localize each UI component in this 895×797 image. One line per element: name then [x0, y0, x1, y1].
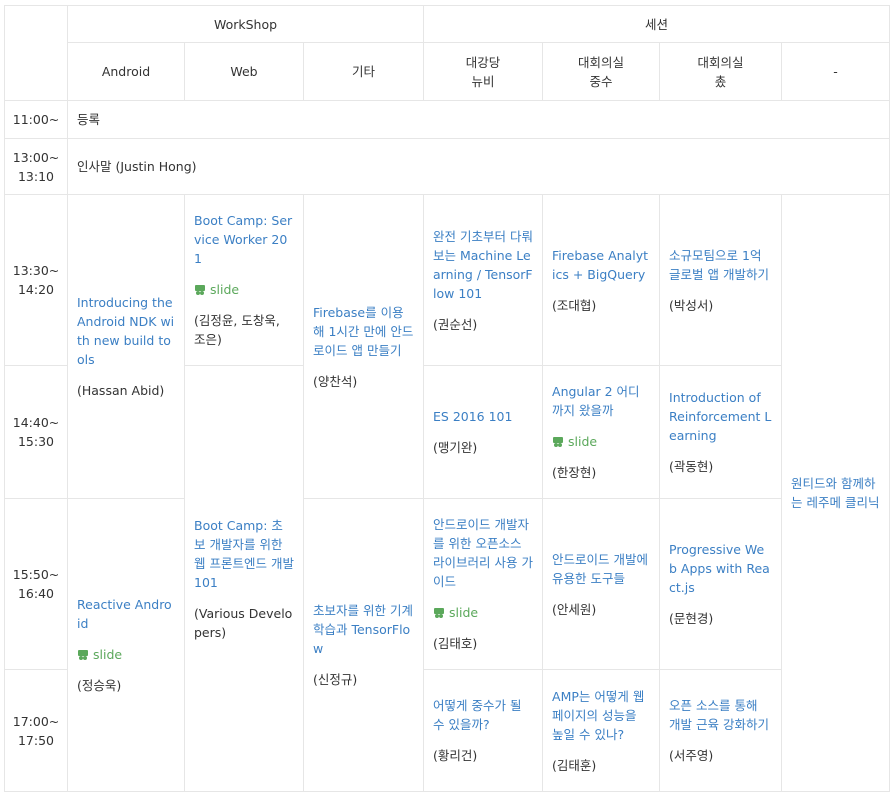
speaker-name: (김정윤, 도창욱, 조은) [194, 313, 280, 347]
speaker-name: (신정규) [313, 672, 358, 687]
slide-link[interactable]: slide [77, 645, 175, 664]
session-cell: 원티드와 함께하는 레주메 클리닉 [781, 194, 891, 792]
session-link[interactable]: 안드로이드 개발자를 위한 오픈소스 라이브러리 사용 가이드 [433, 515, 533, 591]
session-link[interactable]: Boot Camp: Service Worker 201 [194, 211, 294, 268]
header-dash: - [781, 42, 891, 101]
session-link[interactable]: Introduction of Reinforcement Learning [669, 388, 772, 445]
speaker-name: (안세원) [552, 601, 597, 617]
session-cell: Firebase를 이용해 1시간 만에 안드로이드 앱 만들기 (양찬석) [302, 194, 425, 499]
session-cell: 초보자를 위한 기계 학습과 TensorFlow (신정규) [302, 498, 425, 792]
session-link[interactable]: AMP는 어떻게 웹 페이지의 성능을 높일 수 있나? [552, 687, 650, 744]
session-cell: Angular 2 어디까지 왔을까 slide (한장현) [542, 365, 661, 499]
header-conf-room-chong: 대회의실 촜 [659, 42, 783, 101]
session-link[interactable]: 어떻게 중수가 될 수 있을까? [433, 696, 533, 734]
session-cell: 안드로이드 개발자를 위한 오픈소스 라이브러리 사용 가이드 slide (김… [423, 498, 544, 670]
time-cell: 15:50~ 16:40 [4, 498, 68, 670]
session-link[interactable]: Firebase를 이용해 1시간 만에 안드로이드 앱 만들기 [313, 303, 414, 360]
session-cell: Boot Camp: 초보 개발자를 위한 웹 프론트엔드 개발 101 (Va… [184, 365, 304, 792]
session-link[interactable]: Angular 2 어디까지 왔을까 [552, 382, 650, 420]
session-cell: 오픈 소스를 통해 개발 근육 강화하기 (서주영) [659, 669, 783, 792]
slideshare-icon [195, 284, 205, 295]
event-greeting: 인사말 (Justin Hong) [66, 138, 891, 195]
session-link[interactable]: 안드로이드 개발에 유용한 도구들 [552, 550, 650, 588]
session-link[interactable]: 초보자를 위한 기계 학습과 TensorFlow [313, 601, 414, 658]
session-link[interactable]: Firebase Analytics + BigQuery [552, 246, 650, 284]
session-cell: Introduction of Reinforcement Learning (… [659, 365, 783, 499]
speaker-name: (김태호) [433, 636, 478, 651]
schedule-table: WorkShop 세션 Android Web 기타 대강당 뉴비 대회의실 중… [4, 5, 891, 792]
session-cell: ES 2016 101 (맹기완) [423, 365, 544, 499]
session-cell: 어떻게 중수가 될 수 있을까? (황리건) [423, 669, 544, 792]
speaker-name: (맹기완) [433, 440, 478, 455]
header-workshop: WorkShop [66, 5, 425, 43]
header-conf-room-mid: 대회의실 중수 [542, 42, 661, 101]
session-link[interactable]: Reactive Android [77, 595, 175, 633]
session-link[interactable]: Boot Camp: 초보 개발자를 위한 웹 프론트엔드 개발 101 [194, 516, 294, 592]
header-android: Android [67, 42, 185, 101]
session-link[interactable]: 원티드와 함께하는 레주메 클리닉 [791, 474, 880, 512]
session-cell: 소규모팀으로 1억 글로벌 앱 개발하기 (박성서) [659, 194, 783, 366]
speaker-name: (조대협) [552, 297, 597, 313]
slide-label: slide [449, 605, 479, 620]
speaker-name: (권순선) [433, 316, 478, 332]
time-cell: 11:00~ [4, 100, 68, 139]
speaker-name: (한장현) [552, 465, 597, 480]
session-link[interactable]: 오픈 소스를 통해 개발 근육 강화하기 [669, 696, 772, 734]
header-main-hall: 대강당 뉴비 [423, 42, 544, 101]
slideshare-icon [434, 607, 445, 618]
speaker-name: (서주영) [669, 748, 714, 763]
session-cell: 완전 기초부터 다뤄보는 Machine Learning / TensorFl… [423, 194, 544, 366]
speaker-name: (박성서) [669, 297, 714, 313]
event-register: 등록 [66, 100, 891, 139]
speaker-name: (양찬석) [313, 373, 358, 389]
session-link[interactable]: ES 2016 101 [433, 407, 533, 426]
slideshare-icon [553, 436, 564, 447]
slide-link[interactable]: slide [194, 280, 294, 299]
time-cell: 13:30~ 14:20 [4, 194, 68, 366]
session-cell: Firebase Analytics + BigQuery (조대협) [542, 194, 661, 366]
header-session: 세션 [423, 5, 891, 43]
session-cell: AMP는 어떻게 웹 페이지의 성능을 높일 수 있나? (김태훈) [542, 669, 661, 792]
slide-link[interactable]: slide [433, 603, 533, 622]
speaker-name: (Various Developers) [194, 605, 293, 640]
corner-cell [4, 5, 68, 101]
session-cell: Reactive Android slide (정승욱) [67, 498, 185, 792]
session-link[interactable]: Progressive Web Apps with React.js [669, 540, 772, 597]
session-link[interactable]: Introducing the Android NDK with new bui… [77, 293, 175, 369]
slide-label: slide [210, 282, 240, 297]
slide-label: slide [93, 647, 123, 662]
speaker-name: (황리건) [433, 748, 478, 763]
session-cell: 안드로이드 개발에 유용한 도구들 (안세원) [542, 498, 661, 670]
slide-label: slide [568, 434, 598, 449]
slideshare-icon [78, 649, 88, 660]
speaker-name: (문현경) [669, 611, 714, 626]
session-cell: Introducing the Android NDK with new bui… [67, 194, 185, 499]
speaker-name: (정승욱) [77, 678, 122, 693]
header-etc: 기타 [302, 42, 425, 101]
speaker-name: (김태훈) [552, 757, 597, 773]
time-cell: 14:40~ 15:30 [4, 365, 68, 499]
session-link[interactable]: 완전 기초부터 다뤄보는 Machine Learning / TensorFl… [433, 227, 533, 303]
slide-link[interactable]: slide [552, 432, 650, 451]
time-cell: 17:00~ 17:50 [4, 669, 68, 792]
speaker-name: (Hassan Abid) [77, 383, 165, 398]
header-web: Web [184, 42, 304, 101]
session-cell: Progressive Web Apps with React.js (문현경) [659, 498, 783, 670]
session-cell: Boot Camp: Service Worker 201 slide (김정윤… [184, 194, 304, 366]
speaker-name: (곽동현) [669, 459, 714, 474]
time-cell: 13:00~ 13:10 [4, 138, 68, 195]
session-link[interactable]: 소규모팀으로 1억 글로벌 앱 개발하기 [669, 246, 772, 284]
